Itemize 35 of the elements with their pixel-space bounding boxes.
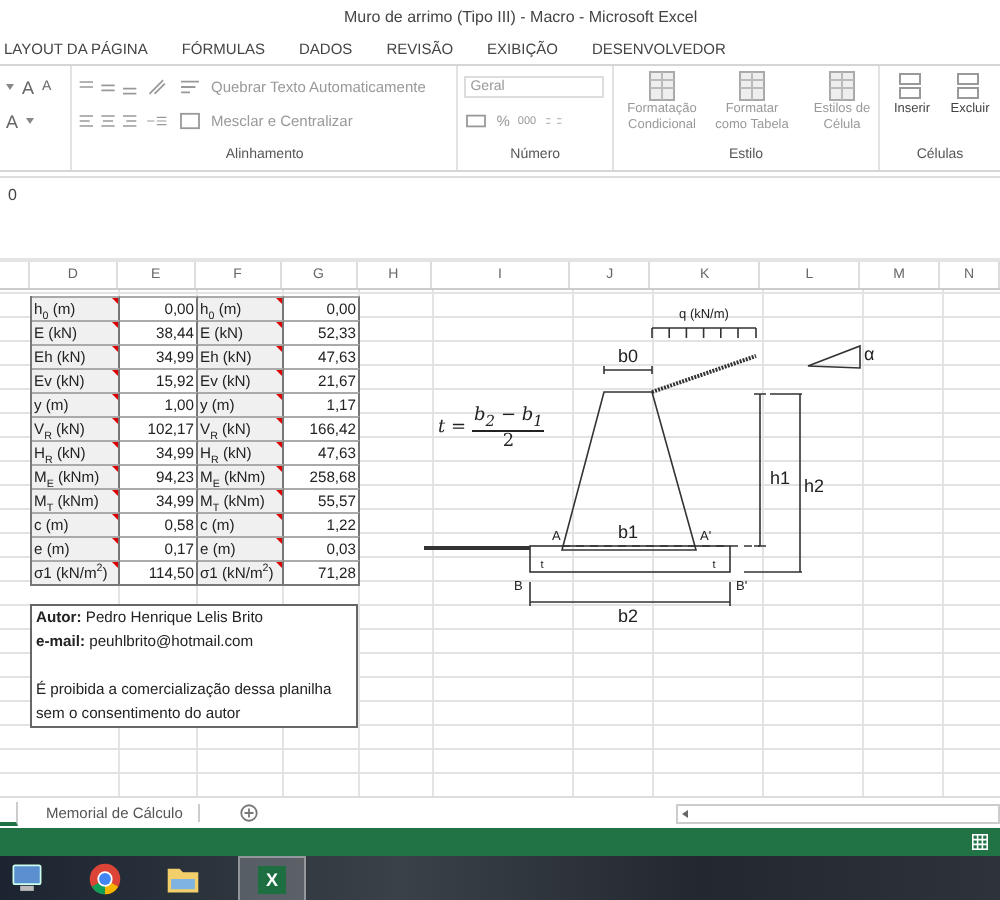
dimension-label: b0 [618,346,638,366]
dimension-label: b1 [618,522,638,542]
formula-input[interactable]: 0 [8,186,17,204]
horizontal-align-icon[interactable] [78,112,139,130]
merge-cells-icon[interactable] [178,112,203,130]
indent-icon[interactable] [146,112,171,130]
dimension-label: h1 [770,468,791,488]
caret-icon[interactable] [6,84,14,90]
grid-view-icon[interactable] [972,834,988,850]
distributed-load-arrows [651,327,757,339]
caret-icon[interactable] [26,118,35,124]
currency-icon[interactable] [464,112,489,130]
window-title: Muro de arrimo (Tipo III) - Macro - Microsoft Excel [344,7,698,25]
table-style-icon[interactable] [736,70,768,102]
table-style-icon[interactable] [646,70,678,102]
ground-line [424,546,530,550]
grow-font-button[interactable]: A [22,77,35,97]
dimension-line [603,365,653,375]
angle-triangle [807,344,861,369]
dimension-label: b2 [618,606,638,622]
vertical-align-icon[interactable] [78,78,139,96]
horizontal-scrollbar[interactable] [676,803,1000,823]
wrap-text-icon[interactable] [178,78,203,96]
angle-label: α [864,344,875,364]
add-sheet-icon[interactable] [240,804,259,822]
slope-line [651,354,757,394]
dimension-label: h2 [804,476,825,496]
round-logo-icon [87,862,121,896]
taskbar-button[interactable]: X [238,856,306,900]
computer-icon [9,862,43,896]
table-style-icon[interactable] [826,70,858,102]
formula-text: t = b$_{2}$ − b$_{1}$ 2 [438,406,545,452]
spreadsheet-app-icon: X [258,865,286,893]
font-color-button[interactable]: A [6,111,19,131]
orientation-icon[interactable] [146,78,171,96]
